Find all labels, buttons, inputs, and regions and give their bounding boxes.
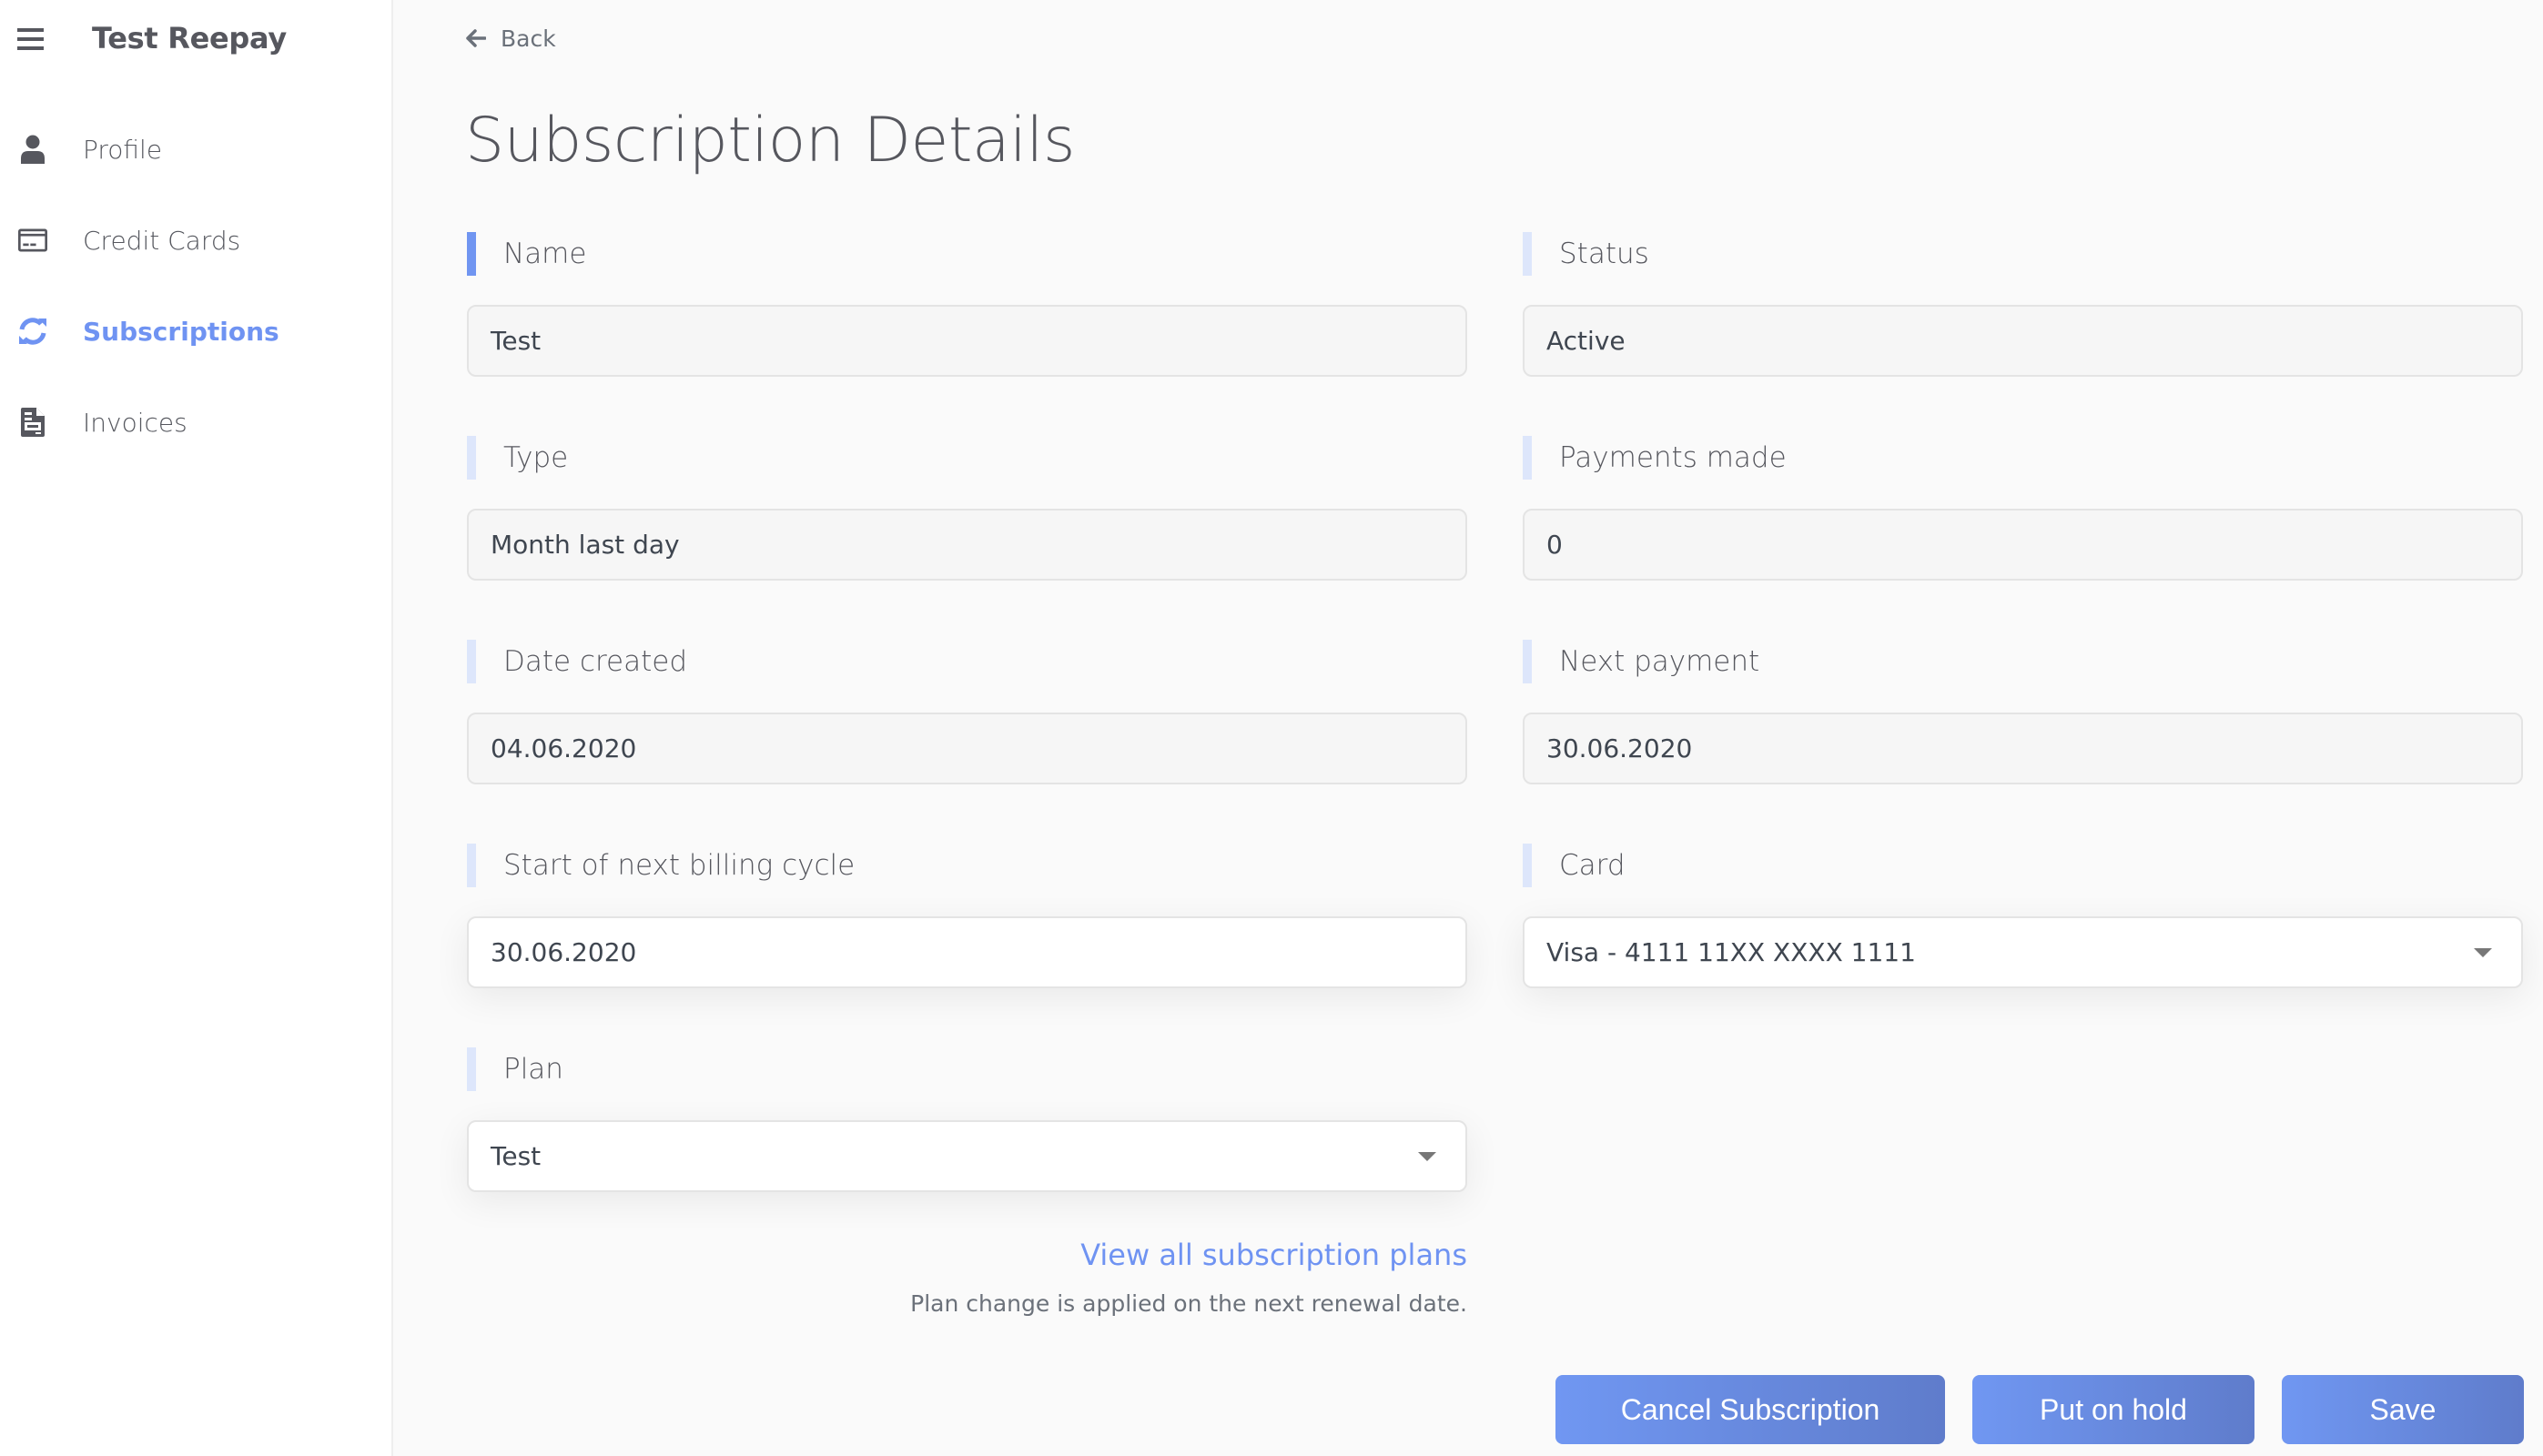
sidebar-item-label: Subscriptions [83,316,279,347]
label-accent-bar [1523,844,1532,887]
date-created-input: 04.06.2020 [467,713,1467,784]
label-accent-bar [1523,436,1532,480]
type-input: Month last day [467,509,1467,581]
view-all-plans-link[interactable]: View all subscription plans [1080,1238,1467,1272]
document-icon [18,408,47,437]
page-title: Subscription Details [465,105,1075,177]
plan-change-note: Plan change is applied on the next renew… [910,1290,1467,1317]
plan-select[interactable]: Test [467,1120,1467,1192]
status-field: Status Active [1523,232,2523,377]
back-link[interactable]: Back [466,22,556,55]
chevron-down-icon [1418,1151,1436,1161]
next-billing-cycle-input[interactable]: 30.06.2020 [467,916,1467,988]
sidebar-item-label: Credit Cards [83,225,241,256]
next-payment-field: Next payment 30.06.2020 [1523,640,2523,784]
next-billing-cycle-field: Start of next billing cycle 30.06.2020 [467,844,1467,988]
put-on-hold-button[interactable]: Put on hold [1972,1375,2254,1444]
date-created-field: Date created 04.06.2020 [467,640,1467,784]
label-accent-bar [467,640,476,683]
sidebar-item-profile[interactable]: Profile [0,117,391,181]
plan-label: Plan [503,1053,563,1086]
status-input: Active [1523,305,2523,377]
payments-made-input: 0 [1523,509,2523,581]
sidebar-item-invoices[interactable]: Invoices [0,390,391,454]
plan-field: Plan Test [467,1047,1467,1192]
chevron-down-icon [2474,947,2492,957]
card-label: Card [1559,849,1626,882]
label-accent-bar [467,232,476,276]
arrow-left-icon [466,29,486,47]
card-select-value: Visa - 4111 11XX XXXX 1111 [1546,937,1916,967]
date-created-label: Date created [503,645,688,678]
sidebar-item-subscriptions[interactable]: Subscriptions [0,299,391,363]
next-payment-input: 30.06.2020 [1523,713,2523,784]
app-title: Test Reepay [92,21,287,56]
next-billing-cycle-label: Start of next billing cycle [503,849,856,882]
label-accent-bar [1523,232,1532,276]
credit-card-icon [18,226,47,255]
refresh-icon [18,317,47,346]
label-accent-bar [467,844,476,887]
card-field: Card Visa - 4111 11XX XXXX 1111 [1523,844,2523,988]
label-accent-bar [467,436,476,480]
plan-select-value: Test [491,1141,542,1171]
save-button[interactable]: Save [2282,1375,2524,1444]
cancel-subscription-button[interactable]: Cancel Subscription [1555,1375,1945,1444]
payments-made-field: Payments made 0 [1523,436,2523,581]
label-accent-bar [1523,640,1532,683]
type-label: Type [503,441,569,474]
name-label: Name [503,238,587,270]
user-icon [18,135,47,164]
status-label: Status [1559,238,1649,270]
sidebar-item-credit-cards[interactable]: Credit Cards [0,208,391,272]
back-label: Back [501,25,556,52]
name-input: Test [467,305,1467,377]
next-payment-label: Next payment [1559,645,1760,678]
sidebar-item-label: Invoices [83,407,187,438]
type-field: Type Month last day [467,436,1467,581]
payments-made-label: Payments made [1559,441,1787,474]
hamburger-menu-icon[interactable] [17,27,44,51]
card-select[interactable]: Visa - 4111 11XX XXXX 1111 [1523,916,2523,988]
sidebar-item-label: Profile [83,134,163,165]
label-accent-bar [467,1047,476,1091]
name-field: Name Test [467,232,1467,377]
sidebar: Test Reepay Profile Credit Cards Subscri… [0,0,393,1456]
